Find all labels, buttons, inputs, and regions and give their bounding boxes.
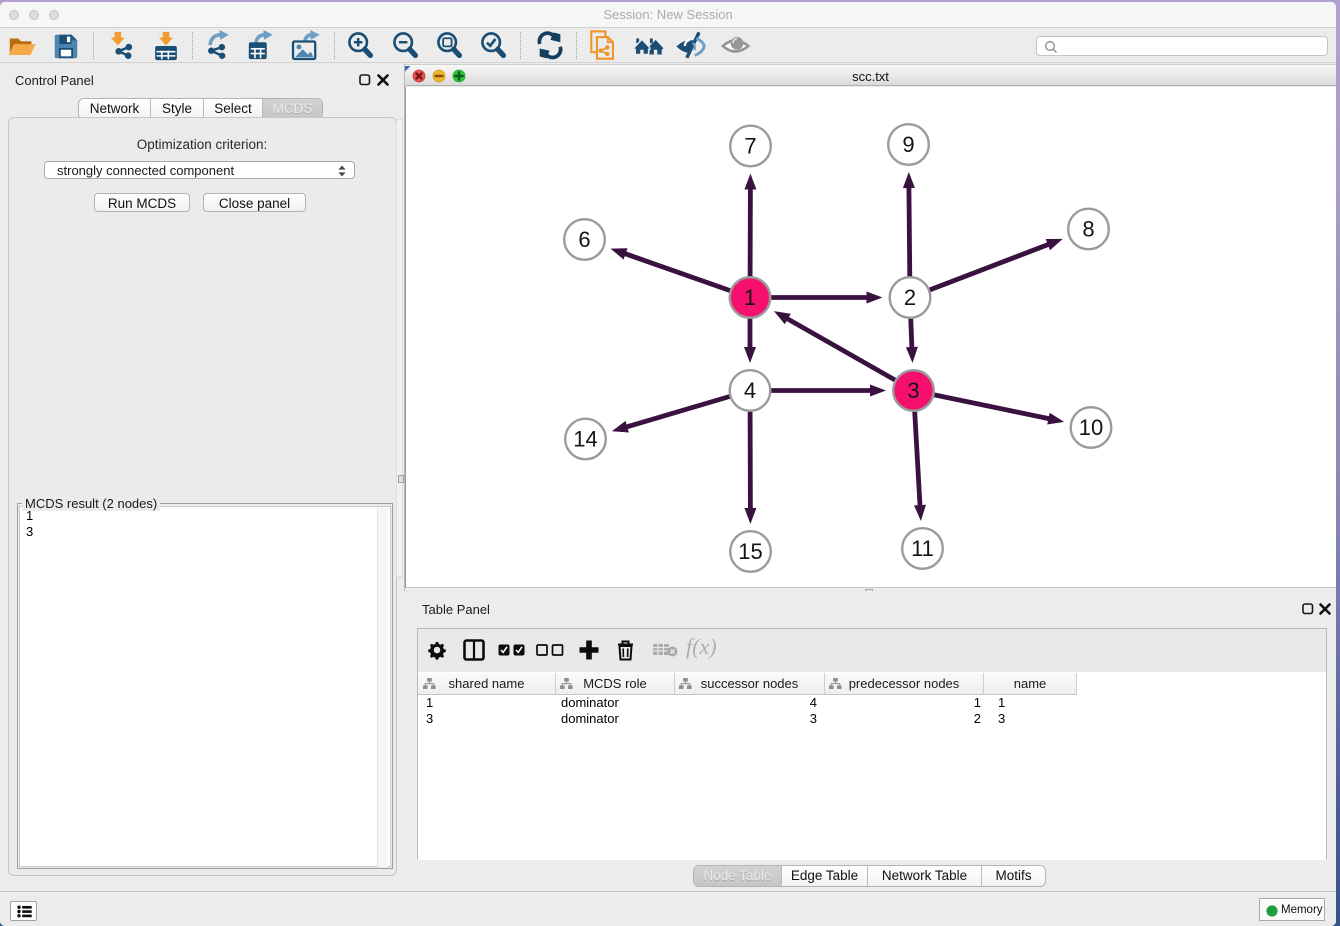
svg-text:6: 6: [578, 227, 590, 252]
svg-text:8: 8: [1082, 217, 1094, 242]
svg-text:14: 14: [573, 427, 597, 452]
svg-text:11: 11: [911, 536, 934, 561]
svg-text:2: 2: [904, 285, 916, 310]
svg-text:4: 4: [744, 378, 756, 403]
svg-text:3: 3: [907, 378, 919, 403]
svg-text:15: 15: [738, 539, 762, 564]
svg-text:1: 1: [744, 285, 756, 310]
svg-text:9: 9: [902, 132, 914, 157]
svg-text:10: 10: [1079, 415, 1103, 440]
svg-text:7: 7: [744, 134, 756, 159]
